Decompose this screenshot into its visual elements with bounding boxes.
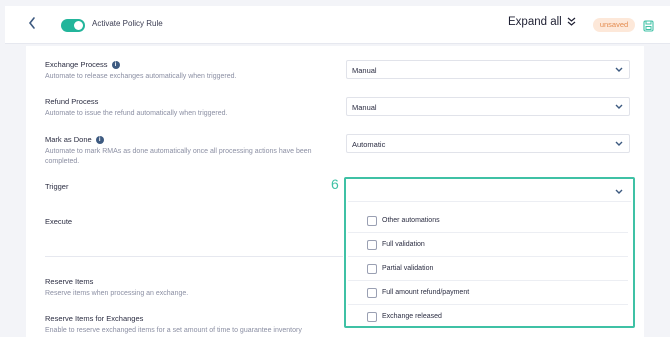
back-arrow-icon[interactable] [27,16,43,34]
expand-all-label: Expand all [508,16,562,28]
reserve-exchanges-label: Reserve Items for Exchanges [45,314,143,323]
exchange-process-value: Manual [352,66,377,75]
refund-process-select[interactable]: Manual [346,97,630,116]
checkbox[interactable] [367,288,377,298]
step-number: 6 [331,176,339,192]
refund-process-value: Manual [352,103,377,112]
info-icon[interactable]: i [111,60,120,69]
trigger-option[interactable]: Full amount refund/payment [348,281,628,305]
execute-label: Execute [45,217,72,226]
execute-text: Execute [45,217,73,226]
exchange-process-label: Exchange Process i [45,60,120,69]
chevron-down-icon [615,104,623,109]
refund-process-text: Refund Process [45,97,99,106]
checkbox[interactable] [367,216,377,226]
expand-all-button[interactable]: Expand all [508,16,576,28]
option-label: Partial validation [382,265,434,272]
refund-process-desc: Automate to issue the refund automatical… [45,110,228,117]
activate-policy-toggle[interactable] [61,19,85,32]
trigger-option[interactable]: Other automations [348,209,628,233]
trigger-label: Trigger [45,182,68,191]
reserve-items-desc: Reserve items when processing an exchang… [45,290,189,297]
chevron-down-icon [615,189,623,194]
toggle-knob [74,21,83,30]
reserve-exchanges-text: Reserve Items for Exchanges [45,314,144,323]
status-badge: unsaved [593,18,635,32]
mark-as-done-text: Mark as Done [45,135,92,144]
option-label: Full validation [382,241,425,248]
refund-process-label: Refund Process [45,97,98,106]
section-divider [45,256,343,257]
checkbox[interactable] [367,240,377,250]
reserve-items-text: Reserve Items [45,277,94,286]
mark-as-done-label: Mark as Done i [45,135,104,144]
save-icon[interactable] [643,19,654,32]
chevron-down-icon [615,141,623,146]
trigger-dropdown: Other automations Full validation Partia… [344,177,635,328]
reserve-items-label: Reserve Items [45,277,93,286]
mark-as-done-select[interactable]: Automatic [346,134,630,153]
toggle-label: Activate Policy Rule [92,19,163,28]
reserve-exchanges-desc: Enable to reserve exchanged items for a … [45,327,302,334]
expand-all-icon [567,17,576,26]
exchange-process-text: Exchange Process [45,60,108,69]
trigger-option[interactable]: Full validation [348,233,628,257]
option-label: Full amount refund/payment [382,289,470,296]
exchange-process-desc: Automate to release exchanges automatica… [45,73,237,80]
chevron-down-icon [615,67,623,72]
checkbox[interactable] [367,264,377,274]
mark-as-done-desc: Automate to mark RMAs as done automatica… [45,148,312,165]
exchange-process-select[interactable]: Manual [346,60,630,79]
top-bar: Activate Policy Rule Expand all unsaved [5,6,670,44]
trigger-select[interactable] [348,181,631,202]
trigger-option[interactable]: Exchange released [348,305,628,329]
trigger-text: Trigger [45,182,69,191]
info-icon[interactable]: i [95,135,104,144]
checkbox[interactable] [367,312,377,322]
option-label: Other automations [382,217,440,224]
option-label: Exchange released [382,313,442,320]
trigger-option[interactable]: Partial validation [348,257,628,281]
mark-as-done-value: Automatic [352,140,386,149]
